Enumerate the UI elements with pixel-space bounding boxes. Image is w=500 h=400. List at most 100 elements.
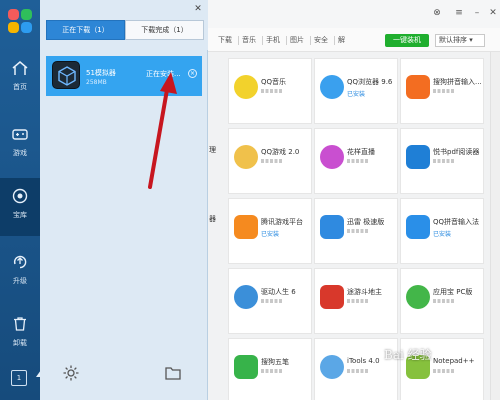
app-name: 应用宝 PC版 bbox=[433, 288, 473, 296]
sogou-pinyin-icon bbox=[406, 75, 430, 99]
home-icon bbox=[12, 61, 28, 75]
app-window: ⊗ ≡ – ✕ 下载 音乐 手机 图片 安全 解 一键装机 默认排序 ▾ QQ音… bbox=[0, 0, 500, 400]
sidebar-item-home[interactable]: 首页 bbox=[0, 50, 40, 108]
qq-browser-icon bbox=[320, 75, 344, 99]
settings-icon[interactable] bbox=[62, 364, 80, 382]
app-card[interactable]: 驱动人生 6 bbox=[228, 268, 312, 334]
app-grid: QQ音乐 QQ浏览器 9.6 已安装 搜狗拼音输入... QQ游戏 2.0 花样… bbox=[208, 52, 490, 400]
rating-stars bbox=[347, 229, 369, 233]
tab-music[interactable]: 音乐 bbox=[242, 35, 256, 45]
rating-stars bbox=[347, 299, 369, 303]
flower-live-icon bbox=[320, 145, 344, 169]
cut-off-label: 理 bbox=[209, 146, 216, 154]
tab-divider bbox=[262, 36, 263, 45]
sort-label: 默认排序 bbox=[439, 36, 467, 44]
app-name: QQ音乐 bbox=[261, 78, 287, 86]
installed-label: 已安装 bbox=[347, 91, 366, 98]
app-store-icon bbox=[406, 285, 430, 309]
download-item[interactable]: 51模拟器 258MB 正在安装... × bbox=[46, 56, 202, 96]
app-name: QQ游戏 2.0 bbox=[261, 148, 300, 156]
app-name: QQ浏览器 9.6 bbox=[347, 78, 393, 86]
title-bar: ⊗ ≡ – ✕ bbox=[208, 0, 500, 28]
doudizhu-icon bbox=[320, 285, 344, 309]
driver-genius-icon bbox=[234, 285, 258, 309]
sidebar-item-upgrade[interactable]: 升级 bbox=[0, 244, 40, 302]
cancel-download-icon[interactable]: × bbox=[188, 69, 197, 78]
tab-download[interactable]: 下载 bbox=[218, 35, 232, 45]
app-card[interactable]: 搜狗五笔 bbox=[228, 338, 312, 400]
rating-stars bbox=[261, 159, 283, 163]
qq-music-icon bbox=[234, 75, 258, 99]
app-card[interactable]: QQ拼音输入法 已安装 bbox=[400, 198, 484, 264]
tab-images[interactable]: 图片 bbox=[290, 35, 304, 45]
tab-more[interactable]: 解 bbox=[338, 35, 345, 45]
gamepad-icon bbox=[12, 129, 28, 140]
close-icon[interactable]: ✕ bbox=[193, 4, 203, 14]
rating-stars bbox=[261, 89, 283, 93]
rating-stars bbox=[433, 369, 455, 373]
sidebar-item-label: 宝库 bbox=[13, 211, 27, 219]
folder-icon[interactable] bbox=[164, 364, 182, 382]
tab-downloading[interactable]: 正在下载（1） bbox=[46, 20, 125, 40]
app-name: QQ拼音输入法 bbox=[433, 218, 480, 226]
download-item-size: 258MB bbox=[86, 79, 107, 86]
pdf-reader-icon bbox=[406, 145, 430, 169]
watermark: Bai 经验 bbox=[384, 348, 432, 362]
itools-icon bbox=[320, 355, 344, 379]
download-panel-footer bbox=[40, 348, 208, 400]
app-card[interactable]: 迅雷 极速版 bbox=[314, 198, 398, 264]
app-name: 迅雷 极速版 bbox=[347, 218, 385, 226]
tab-divider bbox=[238, 36, 239, 45]
app-card[interactable]: 途游斗地主 bbox=[314, 268, 398, 334]
one-click-install-button[interactable]: 一键装机 bbox=[385, 34, 429, 47]
rating-stars bbox=[261, 369, 283, 373]
app-card[interactable]: 花样直播 bbox=[314, 128, 398, 194]
sidebar-item-label: 升级 bbox=[13, 277, 27, 285]
minimize-icon[interactable]: – bbox=[472, 8, 482, 18]
download-item-status: 正在安装... bbox=[146, 70, 181, 78]
app-card[interactable]: 应用宝 PC版 bbox=[400, 268, 484, 334]
tab-completed[interactable]: 下载完成（1） bbox=[125, 20, 204, 40]
app-card[interactable]: 腾讯游戏平台 已安装 bbox=[228, 198, 312, 264]
treasure-icon bbox=[12, 188, 28, 204]
app-logo bbox=[8, 9, 32, 33]
sogou-wubi-icon bbox=[234, 355, 258, 379]
menu-icon[interactable]: ≡ bbox=[454, 8, 464, 18]
app-card[interactable]: QQ浏览器 9.6 已安装 bbox=[314, 58, 398, 124]
sidebar-item-uninstall[interactable]: 卸载 bbox=[0, 306, 40, 364]
tab-security[interactable]: 安全 bbox=[314, 35, 328, 45]
sidebar-item-treasure[interactable]: 宝库 bbox=[0, 178, 40, 236]
sidebar-item-games[interactable]: 游戏 bbox=[0, 116, 40, 174]
app-name: 搜狗五笔 bbox=[261, 358, 289, 366]
tencent-game-icon bbox=[234, 215, 258, 239]
upgrade-icon bbox=[13, 255, 27, 269]
cube-icon bbox=[58, 66, 76, 86]
emulator-app-icon bbox=[52, 61, 80, 89]
rating-stars bbox=[347, 369, 369, 373]
cut-off-label: 器 bbox=[209, 215, 216, 223]
rating-stars bbox=[433, 89, 455, 93]
app-name: 途游斗地主 bbox=[347, 288, 382, 296]
app-card[interactable]: 悦书pdf阅读器 bbox=[400, 128, 484, 194]
qq-pinyin-icon bbox=[406, 215, 430, 239]
app-card[interactable]: 搜狗拼音输入... bbox=[400, 58, 484, 124]
download-panel: ✕ 正在下载（1） 下载完成（1） 51模拟器 258MB 正在安装... × bbox=[40, 0, 208, 400]
app-name: 花样直播 bbox=[347, 148, 375, 156]
scrollbar[interactable] bbox=[490, 52, 500, 400]
notification-badge[interactable]: 1 bbox=[11, 370, 27, 386]
tab-divider bbox=[286, 36, 287, 45]
rating-stars bbox=[261, 299, 283, 303]
download-item-name: 51模拟器 bbox=[86, 69, 116, 77]
sidebar-item-label: 卸载 bbox=[13, 339, 27, 347]
close-icon[interactable]: ✕ bbox=[488, 8, 498, 18]
app-card[interactable]: QQ游戏 2.0 bbox=[228, 128, 312, 194]
sidebar-nav: 首页 游戏 宝库 升级 卸载 1 bbox=[0, 0, 46, 400]
tab-phone[interactable]: 手机 bbox=[266, 35, 280, 45]
app-card[interactable]: QQ音乐 bbox=[228, 58, 312, 124]
settings-icon[interactable]: ⊗ bbox=[432, 8, 442, 18]
installed-label: 已安装 bbox=[433, 231, 452, 238]
sort-dropdown[interactable]: 默认排序 ▾ bbox=[435, 34, 485, 47]
tab-divider bbox=[310, 36, 311, 45]
sidebar-item-label: 首页 bbox=[13, 83, 27, 91]
app-name: 驱动人生 6 bbox=[261, 288, 296, 296]
